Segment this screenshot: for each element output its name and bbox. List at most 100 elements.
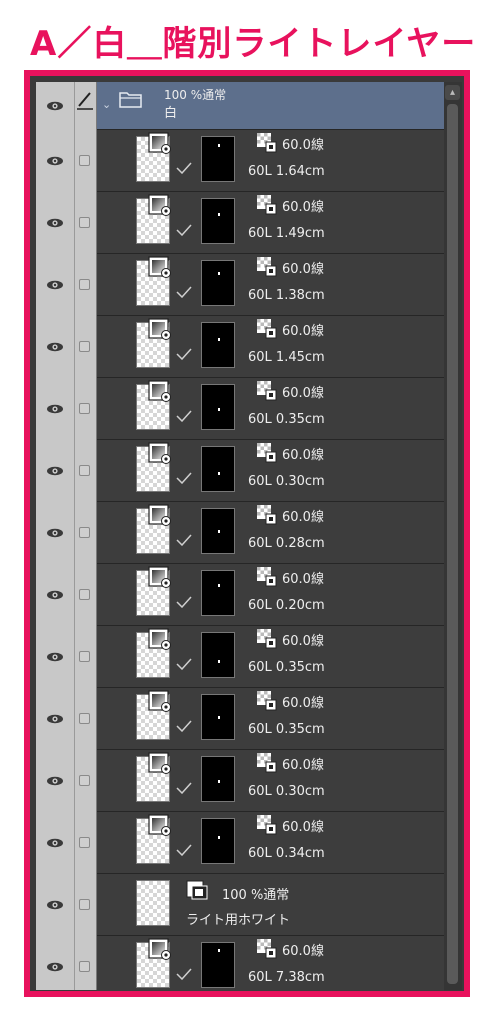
chevron-down-icon[interactable]: ⌄ [102,98,111,111]
eye-icon[interactable] [46,528,64,538]
layer-opacity-mode: 60.0線 [282,200,324,215]
vector-layer-row[interactable]: 60.0線 60L 1.45cm [36,316,444,378]
check-icon [176,345,192,361]
layer-mask-icon[interactable] [201,198,235,244]
check-icon [176,655,192,671]
eye-icon[interactable] [46,900,64,910]
vector-layer-icon [148,814,172,836]
edit-lock-checkbox[interactable] [79,589,90,600]
layer-name: 60L 0.35cm [248,412,325,427]
layer-opacity-mode: 60.0線 [282,138,324,153]
eye-icon[interactable] [46,466,64,476]
eye-icon[interactable] [46,776,64,786]
vector-layer-row[interactable]: 60.0線 60L 0.35cm [36,626,444,688]
raster-layer-row[interactable]: 100 %通常 ライト用ホワイト [36,874,444,936]
vector-layer-row[interactable]: 60.0線 60L 0.35cm [36,688,444,750]
vector-layer-row[interactable]: 60.0線 60L 1.49cm [36,192,444,254]
mask-dot [218,472,220,475]
layer-mask-icon[interactable] [201,694,235,740]
expression-color-icon [257,195,277,215]
check-icon [176,779,192,795]
eye-icon[interactable] [46,838,64,848]
edit-lock-checkbox[interactable] [79,651,90,662]
vector-layer-row[interactable]: 60.0線 60L 0.30cm [36,440,444,502]
edit-lock-checkbox[interactable] [79,961,90,972]
layer-mask-icon[interactable] [201,446,235,492]
layer-mask-icon[interactable] [201,942,235,988]
expression-color-icon [257,319,277,339]
eye-icon[interactable] [46,652,64,662]
eye-icon[interactable] [46,280,64,290]
edit-lock-checkbox[interactable] [79,465,90,476]
edit-lock-checkbox[interactable] [79,899,90,910]
layer-name: 60L 0.35cm [248,722,325,737]
folder-row[interactable]: ⌄ 100 %通常 白 [36,82,444,130]
eye-icon[interactable] [46,218,64,228]
mask-dot [218,338,220,341]
edit-lock-checkbox[interactable] [79,403,90,414]
pen-icon[interactable] [76,90,94,110]
vector-layer-row[interactable]: 60.0線 60L 1.38cm [36,254,444,316]
check-icon [176,469,192,485]
folder-name: 白 [164,106,178,121]
layer-opacity-mode: 60.0線 [282,696,324,711]
layer-mask-icon[interactable] [201,632,235,678]
vector-layer-row[interactable]: 60.0線 60L 0.34cm [36,812,444,874]
eye-icon[interactable] [46,342,64,352]
vector-layer-icon [148,132,172,154]
vector-layer-row[interactable]: 60.0線 60L 7.38cm [36,936,444,991]
expression-color-icon [257,505,277,525]
scrollbar[interactable]: ▴ [444,82,462,990]
layer-opacity-mode: 60.0線 [282,572,324,587]
vector-layer-icon [148,690,172,712]
check-icon [176,407,192,423]
vector-layer-row[interactable]: 60.0線 60L 0.35cm [36,378,444,440]
layer-mask-icon[interactable] [201,384,235,430]
vector-layer-row[interactable]: 60.0線 60L 0.20cm [36,564,444,626]
mask-dot [218,780,220,783]
edit-lock-checkbox[interactable] [79,279,90,290]
mask-dot [218,660,220,663]
vector-layer-icon [148,752,172,774]
layer-mask-icon[interactable] [201,756,235,802]
edit-lock-checkbox[interactable] [79,775,90,786]
expression-color-icon [257,133,277,153]
scroll-up-icon[interactable]: ▴ [445,85,460,100]
edit-lock-checkbox[interactable] [79,837,90,848]
layer-opacity-mode: 60.0線 [282,820,324,835]
vector-layer-row[interactable]: 60.0線 60L 0.30cm [36,750,444,812]
raster-layer-icon [186,880,210,902]
layer-mask-icon[interactable] [201,322,235,368]
layer-mask-icon[interactable] [201,260,235,306]
eye-icon[interactable] [46,156,64,166]
layer-name: 60L 1.45cm [248,350,325,365]
vector-layer-icon [148,194,172,216]
layer-name: 60L 1.64cm [248,164,325,179]
layer-name: 60L 0.30cm [248,784,325,799]
layer-mask-icon[interactable] [201,136,235,182]
eye-icon[interactable] [46,590,64,600]
expression-color-icon [257,381,277,401]
check-icon [176,717,192,733]
layer-name: 60L 0.30cm [248,474,325,489]
layer-opacity-mode: 60.0線 [282,262,324,277]
layer-name: 60L 0.20cm [248,598,325,613]
edit-lock-checkbox[interactable] [79,713,90,724]
eye-icon[interactable] [46,962,64,972]
vector-layer-row[interactable]: 60.0線 60L 1.64cm [36,130,444,192]
scroll-thumb[interactable] [447,104,458,984]
layer-mask-icon[interactable] [201,508,235,554]
edit-lock-checkbox[interactable] [79,217,90,228]
check-icon [176,593,192,609]
eye-icon[interactable] [46,101,64,111]
eye-icon[interactable] [46,404,64,414]
expression-color-icon [257,443,277,463]
vector-layer-row[interactable]: 60.0線 60L 0.28cm [36,502,444,564]
edit-lock-checkbox[interactable] [79,341,90,352]
eye-icon[interactable] [46,714,64,724]
layer-mask-icon[interactable] [201,570,235,616]
edit-lock-checkbox[interactable] [79,527,90,538]
edit-lock-checkbox[interactable] [79,155,90,166]
layer-mask-icon[interactable] [201,818,235,864]
check-icon [176,531,192,547]
